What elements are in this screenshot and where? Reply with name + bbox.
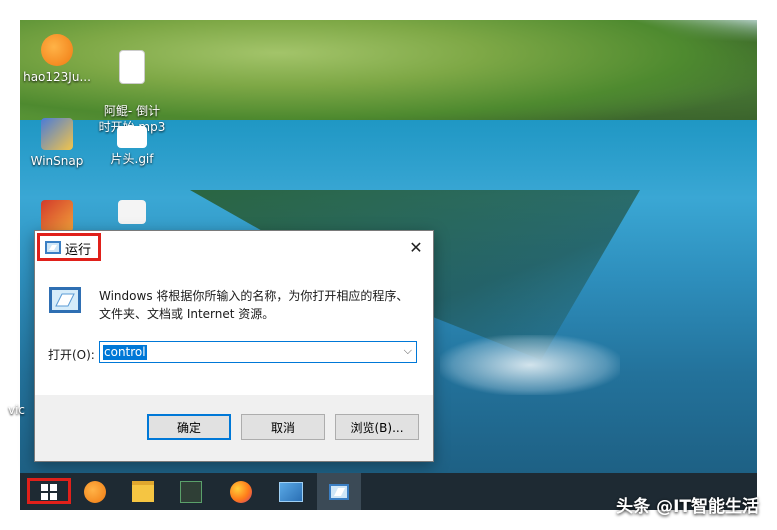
hao123-icon <box>84 480 106 503</box>
hao123-icon <box>41 34 73 66</box>
desktop-icon-label: 片头.gif <box>110 152 154 166</box>
cloud-reflection <box>440 335 620 395</box>
run-large-icon <box>49 287 81 313</box>
watermark: 头条 @IT智能生活 <box>616 497 759 517</box>
taskbar-app[interactable] <box>169 473 213 510</box>
control-panel-icon <box>279 481 303 502</box>
run-icon <box>329 483 349 500</box>
document-icon <box>118 200 146 224</box>
dialog-body: Windows 将根据你所输入的名称，为你打开相应的程序、文件夹、文档或 Int… <box>35 263 433 395</box>
dialog-description: Windows 将根据你所输入的名称，为你打开相应的程序、文件夹、文档或 Int… <box>99 289 409 321</box>
run-dialog: 运行 ✕ Windows 将根据你所输入的名称，为你打开相应的程序、文件夹、文档… <box>34 230 434 462</box>
taskbar-hao123[interactable] <box>73 473 117 510</box>
taskbar-run[interactable] <box>317 473 361 510</box>
dialog-titlebar[interactable]: 运行 ✕ <box>35 231 433 263</box>
app-icon <box>180 480 202 503</box>
app-icon <box>41 200 73 232</box>
taskbar-file-explorer[interactable] <box>121 473 165 510</box>
start-highlight-box <box>27 478 71 504</box>
desktop-icon-winsnap[interactable]: WinSnap <box>17 118 97 169</box>
browse-button[interactable]: 浏览(B)... <box>335 414 419 440</box>
winsnap-icon <box>41 118 73 150</box>
desktop-icon-label: WinSnap <box>30 154 84 168</box>
audio-file-icon <box>119 50 145 84</box>
desktop-icon-hao123[interactable]: hao123Ju... <box>17 34 97 85</box>
desktop-icon-doc[interactable] <box>92 200 172 227</box>
taskbar-control-panel[interactable] <box>269 473 313 510</box>
taskbar-firefox[interactable] <box>219 473 263 510</box>
ok-button[interactable]: 确定 <box>147 414 231 440</box>
open-input-value[interactable]: control <box>103 345 147 360</box>
title-highlight-box <box>37 233 101 261</box>
desktop-icon-label: vic <box>8 403 26 417</box>
chevron-down-icon[interactable]: ⌵ <box>404 344 412 358</box>
folder-icon <box>132 481 154 502</box>
open-label: 打开(O): <box>48 348 95 362</box>
desktop-icon-label: hao123Ju... <box>23 70 91 84</box>
cancel-button[interactable]: 取消 <box>241 414 325 440</box>
open-combobox[interactable]: control ⌵ <box>99 341 417 363</box>
desktop-icon-gif[interactable]: 片头.gif <box>92 118 172 167</box>
close-icon[interactable]: ✕ <box>399 231 433 263</box>
image-file-icon <box>117 126 147 148</box>
firefox-icon <box>230 480 252 503</box>
